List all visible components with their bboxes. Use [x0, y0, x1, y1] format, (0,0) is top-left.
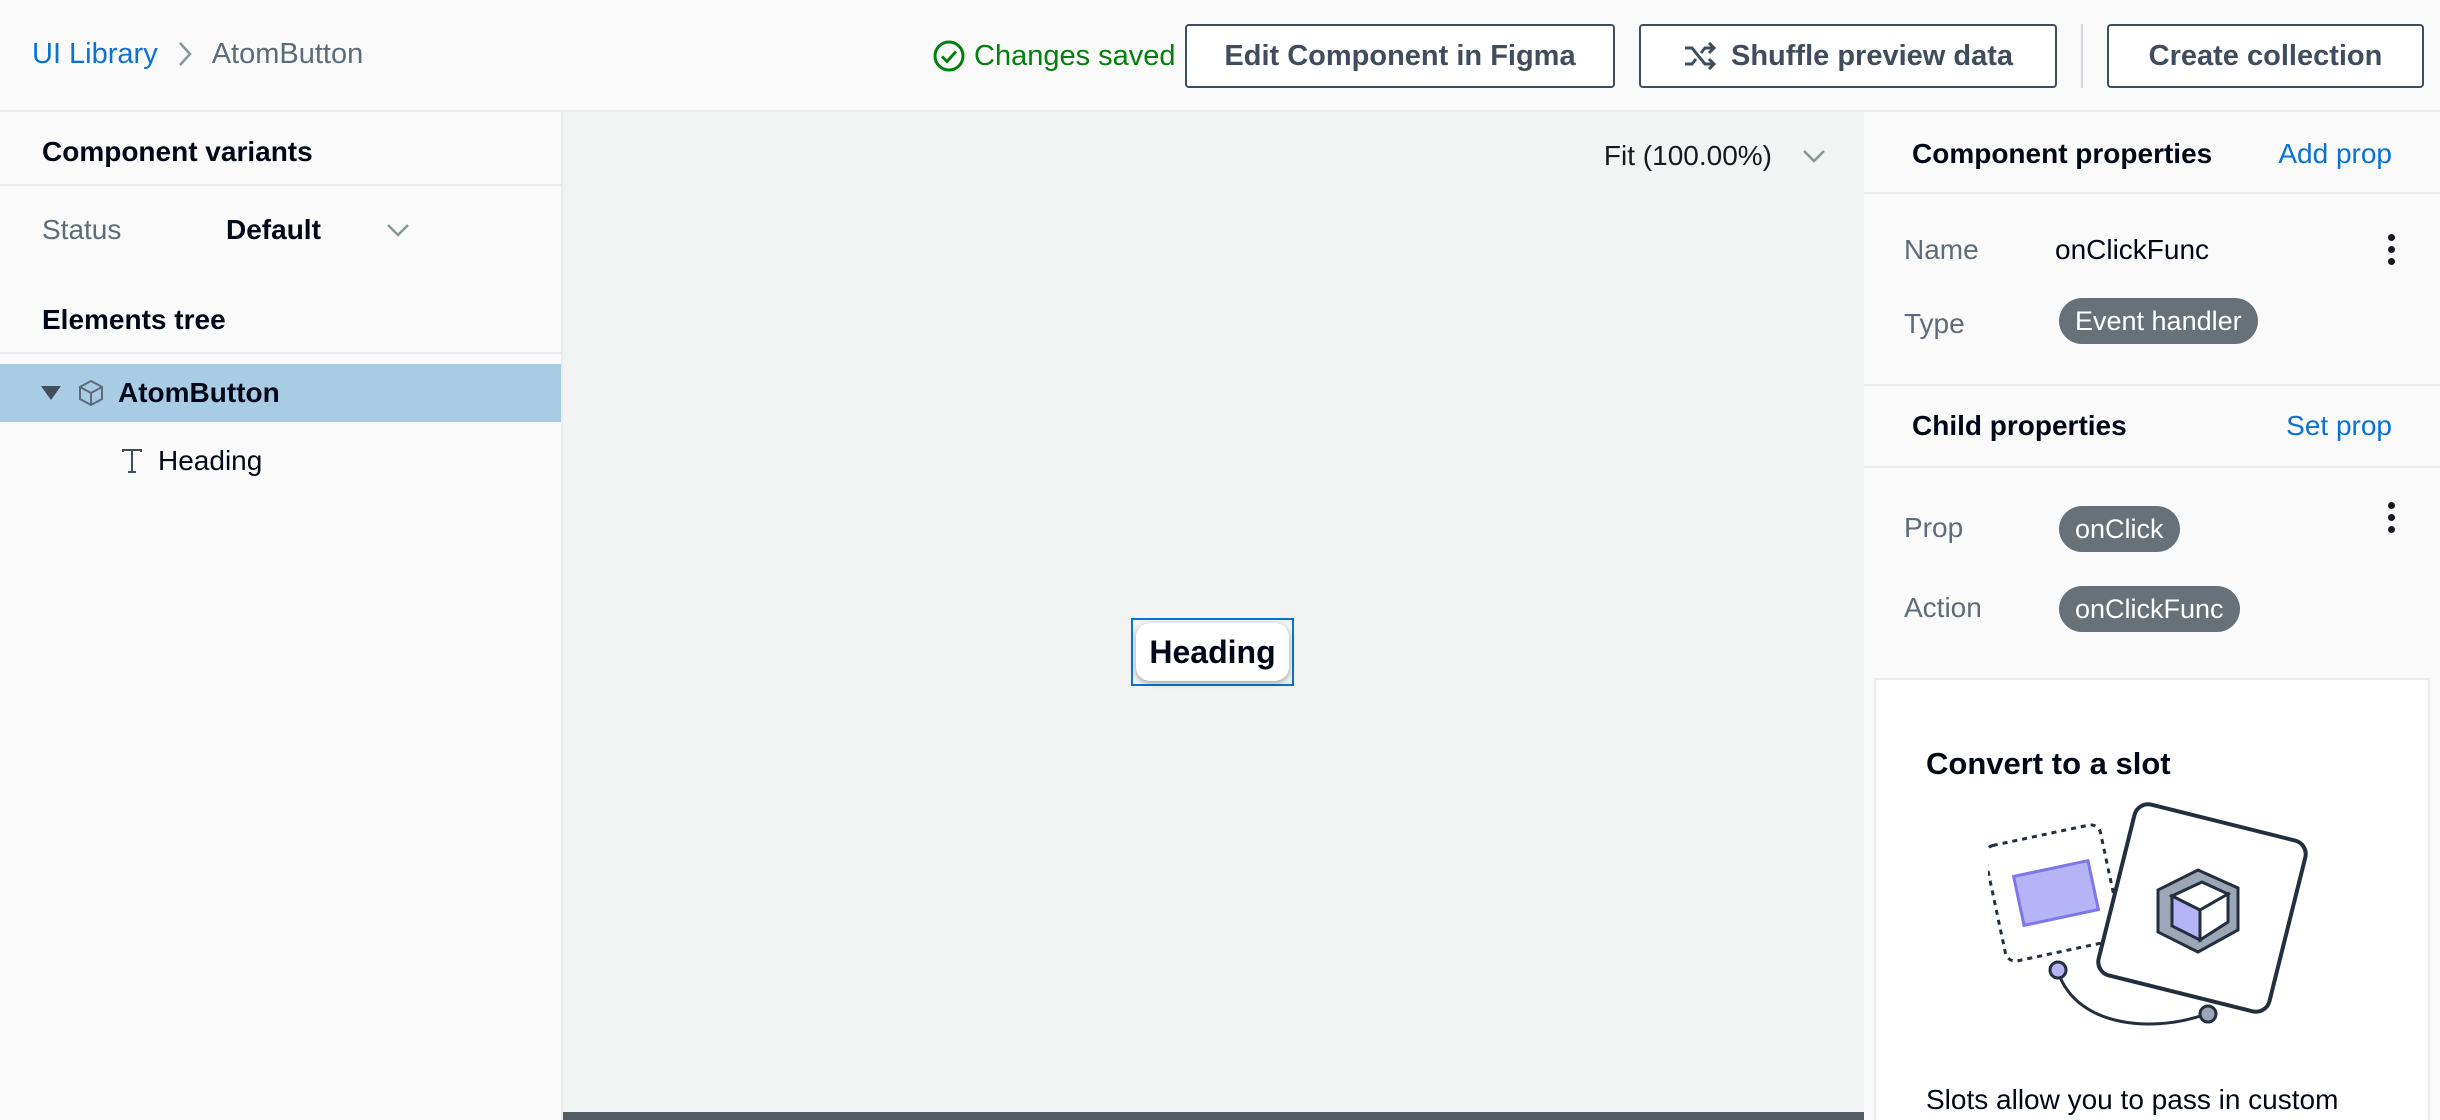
cube-icon	[79, 379, 103, 407]
tree-item-heading[interactable]: Heading	[0, 432, 561, 490]
preview-atom-button[interactable]: Heading	[1136, 623, 1289, 681]
convert-to-slot-card: Convert to a slot Slots allow you to pas…	[1874, 678, 2430, 1120]
status-select-value: Default	[226, 214, 321, 245]
component-properties-title: Component properties	[1912, 138, 2213, 169]
breadcrumb-current: AtomButton	[211, 37, 364, 70]
breadcrumb: UI Library AtomButton	[32, 34, 363, 74]
left-panel: Component variants Status Default Elemen…	[0, 112, 563, 1120]
type-pill: Event handler	[2059, 298, 2258, 344]
edit-in-figma-button[interactable]: Edit Component in Figma	[1185, 24, 1615, 88]
zoom-select-value: Fit (100.00%)	[1603, 140, 1772, 171]
create-collection-button[interactable]: Create collection	[2107, 24, 2424, 88]
more-options-icon[interactable]	[2386, 502, 2396, 533]
action-pill: onClickFunc	[2059, 586, 2240, 632]
name-key: Name	[1904, 234, 1979, 265]
name-value: onClickFunc	[2055, 234, 2210, 265]
top-header: UI Library AtomButton Changes saved Edit…	[0, 0, 2440, 112]
status-select[interactable]: Default	[226, 208, 410, 252]
text-icon	[122, 449, 142, 473]
tree-item-atombutton[interactable]: AtomButton	[0, 364, 561, 422]
edit-in-figma-label: Edit Component in Figma	[1224, 39, 1576, 72]
zoom-select[interactable]: Fit (100.00%)	[1604, 136, 1826, 176]
child-properties-title: Child properties	[1912, 410, 2127, 441]
type-key: Type	[1904, 308, 1965, 339]
component-properties-header: Component properties Add prop	[1864, 112, 2440, 194]
prop-pill: onClick	[2059, 506, 2180, 552]
tree-item-label: Heading	[158, 445, 263, 476]
chevron-right-icon	[158, 34, 212, 74]
elements-tree-title: Elements tree	[42, 304, 226, 335]
create-collection-label: Create collection	[2148, 39, 2383, 72]
preview-heading-text: Heading	[1149, 633, 1276, 670]
caret-down-icon[interactable]	[40, 384, 62, 402]
tree-item-label: AtomButton	[118, 377, 280, 408]
header-divider	[2081, 24, 2083, 88]
component-variants-title: Component variants	[42, 136, 313, 167]
shuffle-preview-data-button[interactable]: Shuffle preview data	[1639, 24, 2057, 88]
shuffle-icon	[1684, 42, 1717, 70]
component-property-entry: Name onClickFunc Type Event handler	[1864, 194, 2440, 386]
slot-card-description: Slots allow you to pass in custom	[1926, 1084, 2339, 1115]
preview-selection-outline[interactable]: Heading	[1131, 618, 1294, 686]
action-key: Action	[1904, 592, 1982, 623]
chevron-down-icon	[1803, 150, 1825, 163]
canvas-scrollbar[interactable]	[563, 1112, 1864, 1120]
breadcrumb-ui-library-link[interactable]: UI Library	[32, 38, 158, 71]
right-panel: Component properties Add prop Name onCli…	[1864, 112, 2440, 1120]
set-prop-link[interactable]: Set prop	[2286, 410, 2392, 442]
prop-key: Prop	[1904, 512, 1964, 543]
preview-canvas[interactable]: Fit (100.00%) Heading	[563, 112, 1864, 1120]
divider	[0, 352, 561, 354]
add-prop-link[interactable]: Add prop	[2278, 138, 2392, 170]
slot-card-title: Convert to a slot	[1926, 746, 2171, 781]
slot-illustration	[1988, 802, 2308, 1026]
divider	[0, 184, 561, 186]
status-label: Status	[42, 214, 122, 245]
shuffle-preview-data-label: Shuffle preview data	[1730, 39, 2013, 72]
chevron-down-icon	[387, 224, 409, 237]
save-status: Changes saved	[932, 34, 1176, 78]
more-options-icon[interactable]	[2386, 234, 2396, 265]
save-status-text: Changes saved	[974, 39, 1176, 72]
check-circle-icon	[933, 40, 965, 72]
child-properties-header: Child properties Set prop	[1864, 386, 2440, 468]
